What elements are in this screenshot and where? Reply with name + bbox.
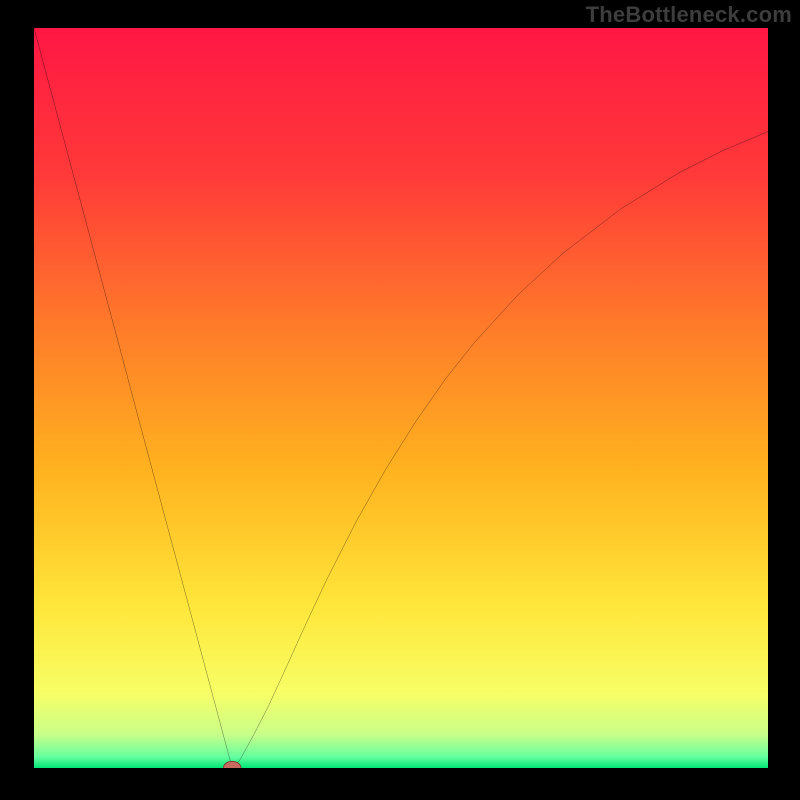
plot-area [34, 28, 768, 768]
plot-svg [34, 28, 768, 768]
watermark-text: TheBottleneck.com [586, 2, 792, 28]
gradient-background [34, 28, 768, 768]
chart-frame: TheBottleneck.com [0, 0, 800, 800]
